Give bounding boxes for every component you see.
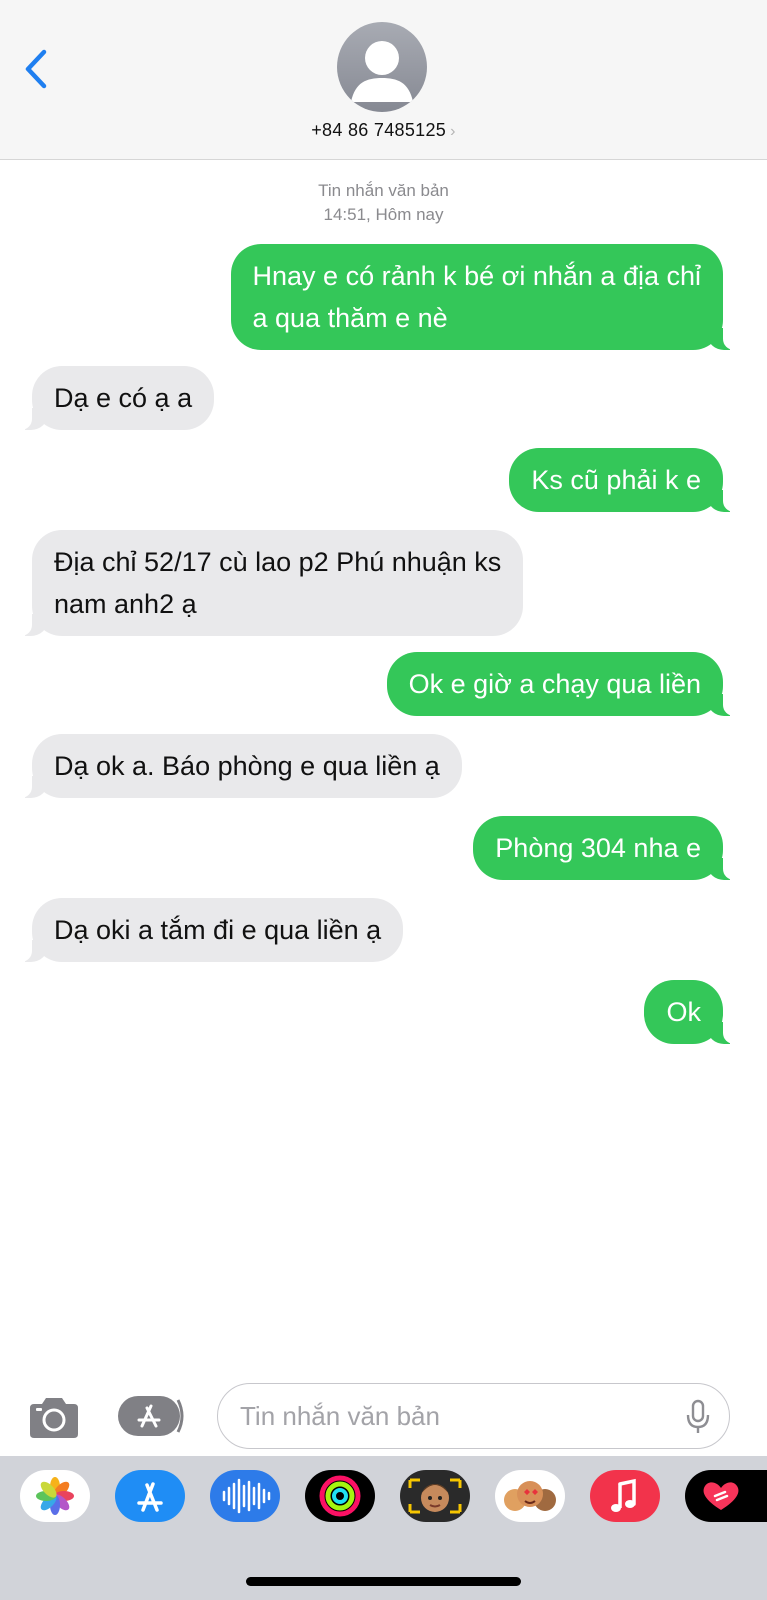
outgoing-message[interactable]: Ok e giờ a chạy qua liền — [386, 652, 737, 716]
message-line: Ok — [666, 997, 701, 1027]
service-label: Tin nhắn văn bản — [318, 181, 449, 200]
outgoing-message[interactable]: Ok — [644, 980, 736, 1044]
message-line: nam anh2 ạ — [54, 589, 197, 619]
details-chevron-icon[interactable]: › — [450, 123, 456, 140]
message-composer — [0, 1380, 767, 1450]
app-store-icon[interactable] — [115, 1470, 185, 1522]
memoji-stickers-icon[interactable] — [495, 1470, 565, 1522]
contact-number[interactable]: +84 86 7485125 — [311, 120, 446, 140]
message-line: Phòng 304 nha e — [495, 833, 701, 863]
message-line: Ks cũ phải k e — [531, 465, 701, 495]
digital-touch-icon[interactable] — [685, 1470, 767, 1522]
message-line: a qua thăm e nè — [252, 303, 448, 333]
back-chevron-icon[interactable] — [20, 44, 56, 94]
message-line: Địa chỉ 52/17 cù lao p2 Phú nhuận ks — [54, 547, 502, 577]
message-line: Dạ e có ạ a — [54, 383, 193, 413]
message-line: Dạ ok a. Báo phòng e qua liền ạ — [54, 751, 440, 781]
photos-icon[interactable] — [20, 1470, 90, 1522]
message-input-field[interactable] — [217, 1383, 730, 1449]
outgoing-message[interactable]: Phòng 304 nha e — [473, 816, 736, 880]
outgoing-message[interactable]: Hnay e có rảnh k bé ơi nhắn a địa chỉ a q… — [230, 244, 737, 350]
memoji-icon[interactable] — [400, 1470, 470, 1522]
person-silhouette-icon — [351, 41, 413, 102]
home-indicator[interactable] — [246, 1577, 521, 1586]
app-store-icon[interactable] — [118, 1394, 186, 1438]
microphone-icon[interactable] — [685, 1399, 711, 1435]
audio-message-icon[interactable] — [210, 1470, 280, 1522]
incoming-message[interactable]: Dạ ok a. Báo phòng e qua liền ạ — [19, 734, 462, 798]
message-line: Dạ oki a tắm đi e qua liền ạ — [54, 915, 382, 945]
contact-name[interactable]: +84 86 7485125 › — [0, 120, 767, 141]
activity-icon[interactable] — [305, 1470, 375, 1522]
conversation-header: +84 86 7485125 › — [0, 0, 767, 160]
incoming-message[interactable]: Dạ e có ạ a — [18, 366, 215, 430]
message-input[interactable] — [240, 1394, 660, 1438]
thread-timestamp: 14:51, Hôm nay — [323, 205, 444, 224]
message-line: Hnay e có rảnh k bé ơi nhắn a địa chỉ — [252, 261, 701, 291]
outgoing-message[interactable]: Ks cũ phải k e — [509, 448, 736, 512]
incoming-message[interactable]: Dạ oki a tắm đi e qua liền ạ — [18, 898, 404, 962]
incoming-message[interactable]: Địa chỉ 52/17 cù lao p2 Phú nhuận ks nam … — [18, 530, 524, 636]
camera-icon[interactable] — [26, 1396, 82, 1440]
contact-avatar[interactable] — [337, 22, 427, 112]
music-icon[interactable] — [590, 1470, 660, 1522]
message-line: Ok e giờ a chạy qua liền — [408, 669, 701, 699]
